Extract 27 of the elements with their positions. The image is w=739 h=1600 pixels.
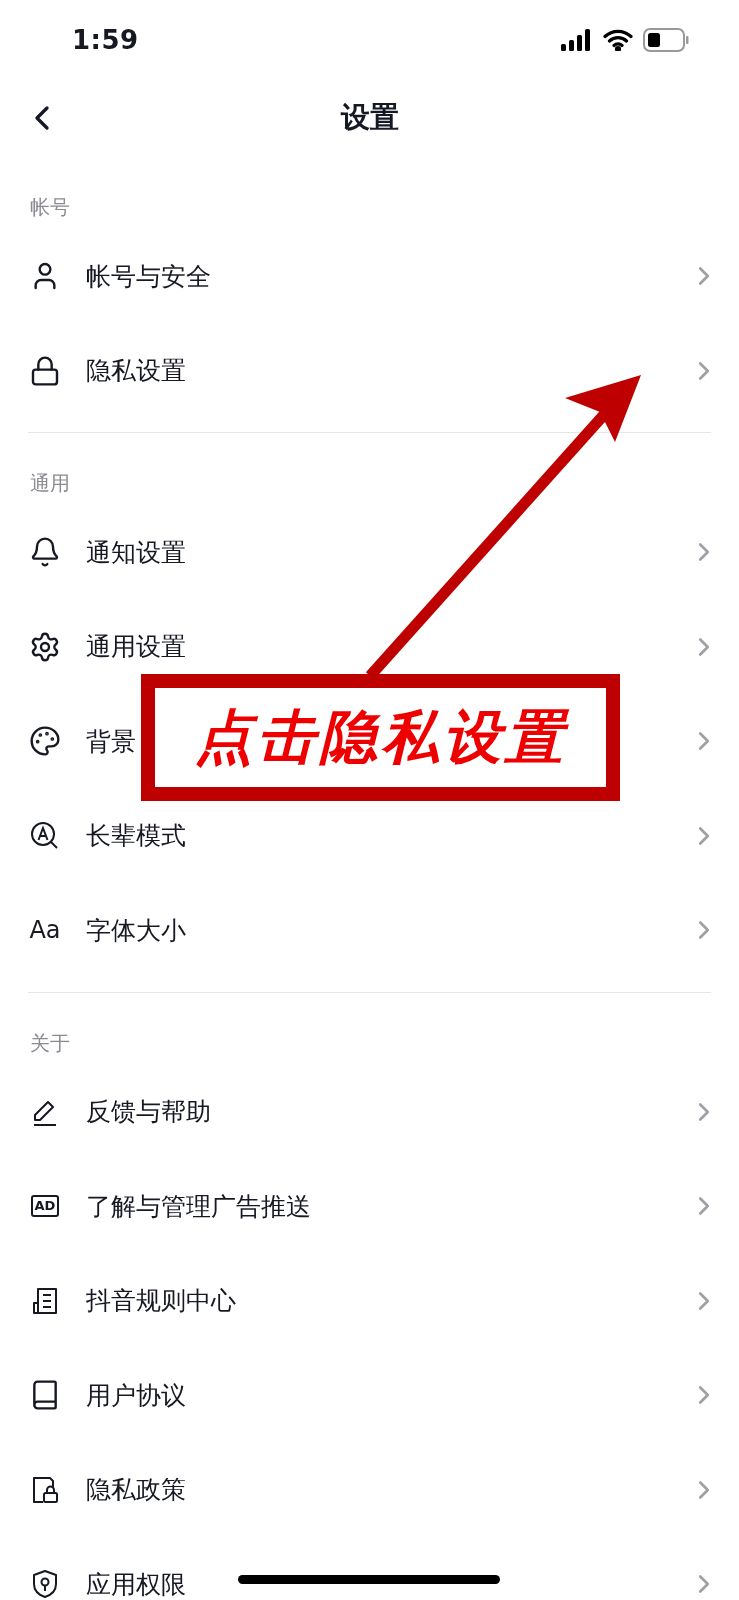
settings-item[interactable]: 反馈与帮助	[86, 1095, 211, 1129]
bell-icon	[29, 536, 61, 569]
palette-icon	[29, 725, 61, 758]
lock-icon	[29, 354, 61, 387]
section-header: 帐号	[30, 194, 70, 221]
signal-icon	[561, 29, 593, 51]
settings-item[interactable]: 帐号与安全	[86, 259, 211, 293]
section-header: 关于	[30, 1029, 70, 1057]
wifi-icon	[603, 29, 633, 51]
settings-icon	[29, 630, 61, 663]
settings-item[interactable]: 通知设置	[86, 535, 186, 569]
ad-icon: AD	[30, 1195, 60, 1218]
page-title: 设置	[340, 99, 399, 136]
settings-item[interactable]: 背景	[86, 724, 136, 758]
settings-item[interactable]: 隐私设置	[86, 354, 186, 388]
settings-item[interactable]: 隐私政策	[86, 1473, 186, 1507]
settings-item[interactable]: 字体大小	[86, 913, 186, 947]
settings-item[interactable]: 用户协议	[86, 1378, 186, 1412]
battery-icon	[643, 28, 689, 52]
section-header: 通用	[30, 470, 70, 497]
status-time: 1:59	[72, 25, 139, 55]
settings-item[interactable]: 长辈模式	[86, 819, 186, 853]
settings-item[interactable]: 了解与管理广告推送	[86, 1189, 311, 1223]
settings-item[interactable]: 抖音规则中心	[86, 1284, 236, 1318]
font-size-icon: Aa	[29, 916, 61, 945]
settings-item[interactable]: 通用设置	[86, 630, 186, 664]
settings-item[interactable]: 应用权限	[86, 1567, 186, 1600]
